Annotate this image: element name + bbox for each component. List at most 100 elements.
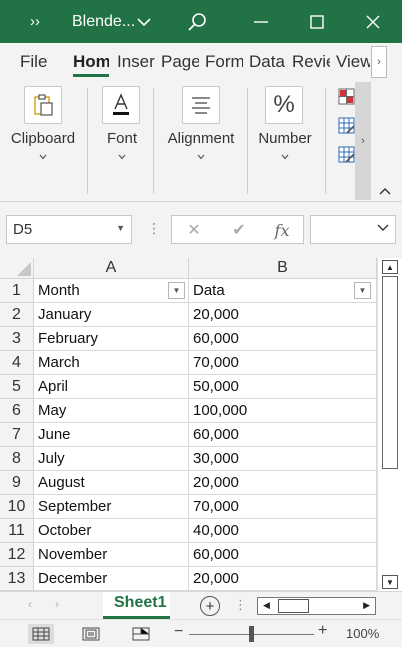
normal-view-icon[interactable] [28,624,54,644]
chevron-down-icon[interactable] [164,152,238,163]
font-color-icon[interactable] [102,86,140,124]
column-header-b[interactable]: B [189,258,377,279]
cell-b[interactable]: 20,000 [189,567,377,591]
horizontal-scrollbar[interactable]: ◀ ▶ [257,597,376,615]
cell-b[interactable]: 60,000 [189,327,377,351]
cell-b[interactable]: 70,000 [189,351,377,375]
formula-input[interactable] [310,215,396,244]
document-name[interactable]: Blende... [72,0,135,43]
row-header[interactable]: 10 [0,495,34,519]
row-header[interactable]: 4 [0,351,34,375]
next-sheet-icon[interactable]: › [55,597,59,611]
collapse-ribbon-icon[interactable] [378,184,392,198]
tab-insert[interactable]: Inser [117,52,155,76]
row-header[interactable]: 5 [0,375,34,399]
row-header[interactable]: 7 [0,423,34,447]
cell-a[interactable]: April [34,375,189,399]
format-as-table-icon[interactable] [338,117,355,134]
chevron-down-icon[interactable] [377,224,389,235]
zoom-level[interactable]: 100% [346,626,379,641]
scroll-up-icon[interactable]: ▲ [382,260,398,274]
previous-sheet-icon[interactable]: ‹ [28,597,32,611]
conditional-formatting-icon[interactable] [338,88,355,105]
cell-styles-icon[interactable] [338,146,355,163]
tab-view[interactable]: View [336,52,370,76]
cell-b[interactable]: 30,000 [189,447,377,471]
zoom-slider-thumb[interactable] [248,626,254,642]
add-sheet-icon[interactable]: + [200,596,220,616]
vertical-scrollbar[interactable]: ▲ ▼ [377,258,402,591]
row-header[interactable]: 9 [0,471,34,495]
column-header-a[interactable]: A [34,258,189,279]
cell-a[interactable]: July [34,447,189,471]
name-box[interactable]: D5 ▼ [6,215,132,244]
cell-a[interactable]: October [34,519,189,543]
chevron-down-icon[interactable] [256,152,314,163]
zoom-out-button[interactable]: − [174,623,183,641]
vertical-scroll-thumb[interactable] [382,276,398,469]
ribbon-scroll-right-button[interactable]: › [355,82,371,200]
page-layout-view-icon[interactable] [78,624,104,644]
insert-function-icon[interactable]: fx [270,219,294,241]
cell-a[interactable]: Month ▼ [34,279,189,303]
cell-b[interactable]: Data ▼ [189,279,377,303]
chevron-down-icon[interactable]: ▼ [116,223,125,233]
sheet-tab[interactable]: Sheet1 [103,592,170,616]
cell-b[interactable]: 70,000 [189,495,377,519]
row-header[interactable]: 11 [0,519,34,543]
group-font[interactable]: Font [100,80,144,202]
row-header[interactable]: 12 [0,543,34,567]
minimize-icon[interactable] [247,0,275,43]
horizontal-scroll-thumb[interactable] [278,599,309,613]
cell-a[interactable]: August [34,471,189,495]
row-header[interactable]: 3 [0,327,34,351]
cell-a[interactable]: March [34,351,189,375]
cell-a[interactable]: November [34,543,189,567]
close-icon[interactable] [359,0,387,43]
scroll-left-icon[interactable]: ◀ [263,600,270,611]
chevron-down-icon[interactable] [6,152,80,163]
select-all-button[interactable] [0,258,34,279]
row-header[interactable]: 8 [0,447,34,471]
tab-file[interactable]: File [20,52,50,76]
chevron-down-icon[interactable] [134,0,154,43]
cell-b[interactable]: 60,000 [189,543,377,567]
cell-a[interactable]: December [34,567,189,591]
cell-a[interactable]: September [34,495,189,519]
worksheet-grid[interactable]: A B 1 Month ▼ Data ▼ 2 January 20,000 3 February 6… [0,258,377,591]
cell-a[interactable]: February [34,327,189,351]
tab-review[interactable]: Revie [292,52,330,76]
tabs-scroll-right-button[interactable]: › [371,46,387,78]
row-header[interactable]: 6 [0,399,34,423]
zoom-in-button[interactable]: + [318,622,327,640]
tab-formulas[interactable]: Form [205,52,243,76]
clipboard-icon[interactable] [24,86,62,124]
cell-a[interactable]: January [34,303,189,327]
chevron-down-icon[interactable] [100,152,144,163]
more-commands-button[interactable]: ›› [20,0,50,43]
percent-icon[interactable]: % [265,86,303,124]
more-icon[interactable]: ⋮ [147,220,161,237]
tab-data[interactable]: Data [249,52,286,76]
page-break-view-icon[interactable] [128,624,154,644]
search-icon[interactable] [183,0,211,43]
cell-b[interactable]: 20,000 [189,303,377,327]
scroll-right-icon[interactable]: ▶ [363,600,370,611]
enter-icon[interactable]: ✔ [227,219,251,241]
maximize-icon[interactable] [303,0,331,43]
filter-dropdown-icon[interactable]: ▼ [354,282,371,299]
cancel-icon[interactable]: ✕ [182,219,206,241]
cell-b[interactable]: 20,000 [189,471,377,495]
group-clipboard[interactable]: Clipboard [6,80,80,202]
filter-dropdown-icon[interactable]: ▼ [168,282,185,299]
align-icon[interactable] [182,86,220,124]
cell-b[interactable]: 40,000 [189,519,377,543]
tab-home[interactable]: Hom [73,52,109,76]
row-header[interactable]: 2 [0,303,34,327]
cell-a[interactable]: May [34,399,189,423]
cell-b[interactable]: 100,000 [189,399,377,423]
cell-a[interactable]: June [34,423,189,447]
group-alignment[interactable]: Alignment [164,80,238,202]
row-header[interactable]: 13 [0,567,34,591]
cell-b[interactable]: 50,000 [189,375,377,399]
